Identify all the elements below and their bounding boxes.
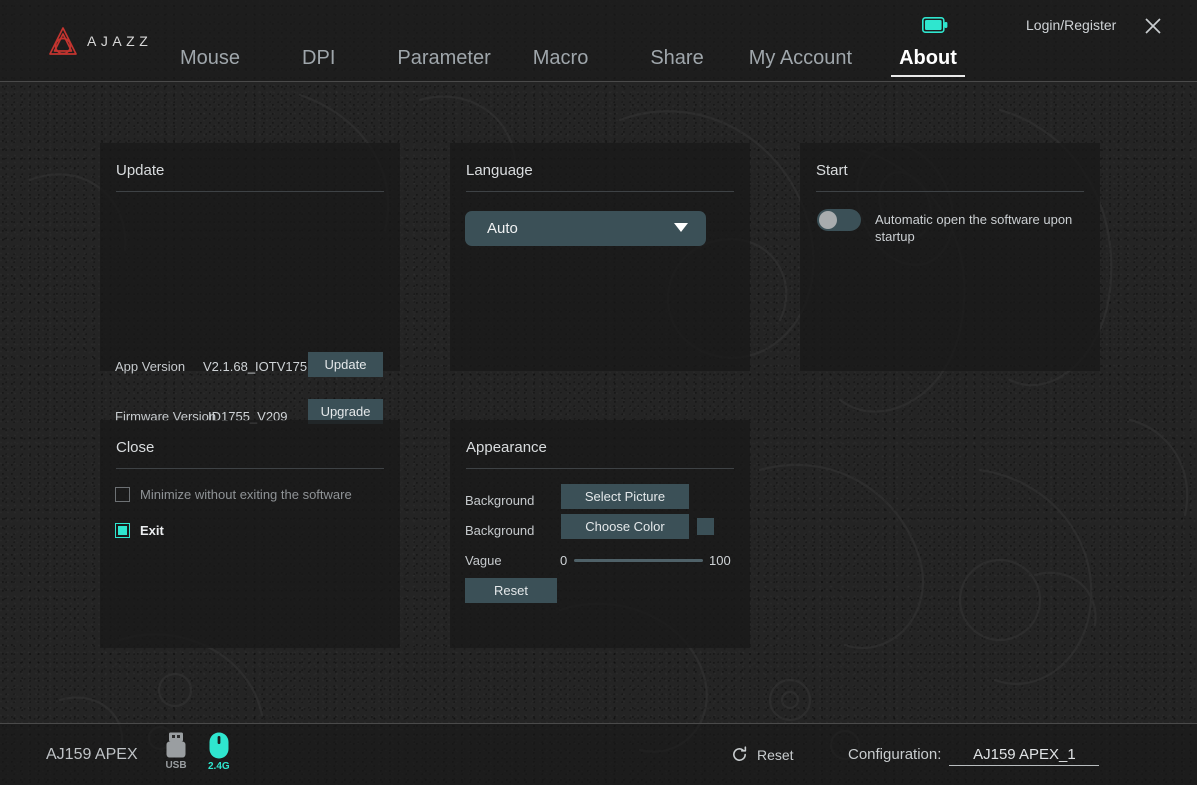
- tab-parameter[interactable]: Parameter: [397, 47, 490, 77]
- minimize-option-row[interactable]: Minimize without exiting the software: [115, 487, 352, 502]
- start-card: Start Automatic open the software upon s…: [800, 143, 1100, 371]
- brand-wordmark: AJAZZ: [87, 33, 153, 49]
- auto-start-toggle[interactable]: [817, 209, 861, 231]
- refresh-icon: [733, 746, 747, 761]
- vague-slider[interactable]: [574, 559, 703, 562]
- update-card: Update App Version V2.1.68_IOTV175 Updat…: [100, 143, 400, 424]
- app-version-label: App Version: [115, 359, 186, 374]
- language-card-title: Language: [466, 162, 533, 179]
- tab-my-account[interactable]: My Account: [749, 47, 852, 77]
- connection-24g[interactable]: 2.4G: [208, 732, 230, 772]
- brand-logo: AJAZZ: [46, 25, 152, 57]
- chevron-down-icon: [674, 223, 688, 232]
- appearance-card-divider: [466, 468, 734, 469]
- minimize-checkbox[interactable]: [115, 487, 130, 502]
- vague-max-value: 100: [709, 553, 731, 568]
- reset-button[interactable]: Reset: [731, 746, 794, 763]
- exit-checkbox[interactable]: [115, 523, 130, 538]
- close-icon[interactable]: [1141, 14, 1165, 38]
- start-card-divider: [816, 191, 1084, 192]
- app-version-value: V2.1.68_IOTV175: [203, 359, 308, 374]
- configuration-group: Configuration: AJ159 APEX_1: [848, 746, 1100, 766]
- close-card: Close Minimize without exiting the softw…: [100, 420, 400, 648]
- configuration-input[interactable]: AJ159 APEX_1: [949, 746, 1100, 766]
- language-card: Language Auto: [450, 143, 750, 371]
- configuration-label: Configuration:: [848, 746, 942, 763]
- toggle-knob: [819, 211, 837, 229]
- tab-macro[interactable]: Macro: [533, 47, 589, 77]
- language-card-divider: [466, 191, 734, 192]
- tab-dpi[interactable]: DPI: [302, 47, 335, 77]
- background-color-label: Background: [465, 523, 535, 538]
- update-button[interactable]: Update: [308, 352, 383, 377]
- ajazz-logo-icon: [49, 27, 77, 55]
- choose-color-button[interactable]: Choose Color: [561, 514, 689, 539]
- tab-mouse[interactable]: Mouse: [180, 47, 240, 77]
- main-navigation: Mouse DPI Parameter Macro Share My Accou…: [180, 47, 965, 77]
- exit-label: Exit: [140, 523, 164, 538]
- language-selected-value: Auto: [487, 220, 518, 237]
- reset-appearance-button[interactable]: Reset: [465, 578, 557, 603]
- connection-24g-label: 2.4G: [208, 761, 230, 772]
- update-card-divider: [116, 191, 384, 192]
- status-bar: AJ159 APEX USB 2.4G Reset Configuration:…: [0, 723, 1197, 785]
- vague-label: Vague: [465, 553, 502, 568]
- background-texture: [0, 0, 1197, 785]
- appearance-card-title: Appearance: [466, 439, 547, 456]
- close-card-divider: [116, 468, 384, 469]
- color-swatch[interactable]: [697, 518, 714, 535]
- start-card-title: Start: [816, 162, 848, 179]
- usb-label: USB: [165, 760, 187, 771]
- exit-option-row[interactable]: Exit: [115, 523, 164, 538]
- appearance-card: Appearance Background Select Picture Bac…: [450, 420, 750, 648]
- tab-about[interactable]: About: [891, 47, 965, 77]
- language-select[interactable]: Auto: [465, 211, 706, 246]
- connection-usb[interactable]: USB: [164, 732, 188, 771]
- minimize-label: Minimize without exiting the software: [140, 487, 352, 502]
- update-card-title: Update: [116, 162, 165, 179]
- auto-start-label: Automatic open the software upon startup: [875, 212, 1073, 244]
- login-register-link[interactable]: Login/Register: [1026, 17, 1116, 33]
- background-picture-label: Background: [465, 493, 535, 508]
- background-doodle-art: [28, 93, 1189, 761]
- vague-min-value: 0: [560, 553, 568, 568]
- select-picture-button[interactable]: Select Picture: [561, 484, 689, 509]
- close-card-title: Close: [116, 439, 155, 456]
- app-header: AJAZZ Mouse DPI Parameter Macro Share My…: [0, 0, 1197, 82]
- mouse-icon: [209, 732, 229, 759]
- device-name: AJ159 APEX: [46, 746, 138, 763]
- reset-label: Reset: [757, 746, 794, 763]
- application-window: AJAZZ Mouse DPI Parameter Macro Share My…: [0, 0, 1197, 785]
- battery-icon: [922, 17, 948, 33]
- tab-share[interactable]: Share: [650, 47, 703, 77]
- usb-icon: [166, 732, 186, 758]
